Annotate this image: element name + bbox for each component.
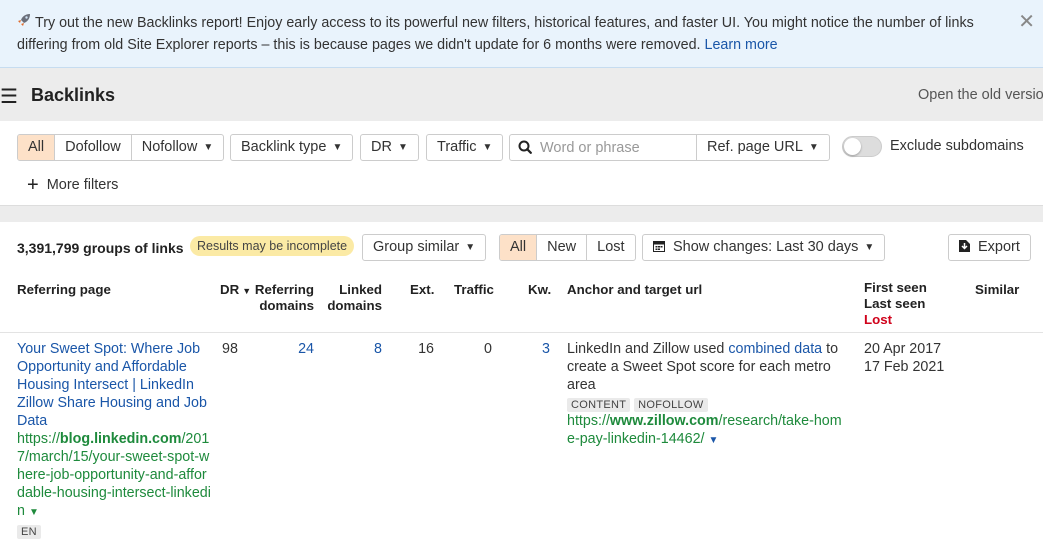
col-similar: Similar bbox=[975, 282, 1020, 297]
chevron-down-icon: ▼ bbox=[465, 242, 476, 253]
col-anchor: Anchor and target url bbox=[567, 282, 703, 297]
calendar-icon bbox=[653, 236, 665, 261]
cell-last-seen: 17 Feb 2021 bbox=[864, 359, 945, 375]
col-ext[interactable]: Ext. bbox=[410, 282, 434, 298]
referring-page-title[interactable]: Your Sweet Spot: Where Job Opportunity a… bbox=[17, 340, 213, 430]
toggle-knob bbox=[844, 138, 861, 155]
target-url[interactable]: https://www.zillow.com/research/take-hom… bbox=[567, 412, 849, 450]
anchor-link[interactable]: combined data bbox=[728, 341, 822, 357]
chevron-down-icon: ▼ bbox=[397, 142, 408, 153]
link-tags: CONTENT NOFOLLOW bbox=[567, 395, 708, 412]
incomplete-badge: Results may be incomplete bbox=[190, 236, 355, 256]
cell-linked-domains[interactable]: 8 bbox=[318, 340, 382, 358]
chevron-down-icon: ▼ bbox=[203, 142, 214, 153]
learn-more-link[interactable]: Learn more bbox=[705, 37, 778, 53]
col-kw[interactable]: Kw. bbox=[528, 282, 551, 298]
chevron-down-icon: ▼ bbox=[28, 507, 39, 518]
traffic-dropdown[interactable]: Traffic ▼ bbox=[426, 134, 504, 161]
status-segmented: All New Lost bbox=[499, 234, 636, 261]
chevron-down-icon: ▼ bbox=[332, 142, 343, 153]
dr-dropdown[interactable]: DR ▼ bbox=[360, 134, 419, 161]
link-type-all[interactable]: All bbox=[18, 135, 56, 160]
link-type-segmented: All Dofollow Nofollow ▼ bbox=[17, 134, 225, 161]
old-version-link[interactable]: Open the old version bbox=[918, 87, 1043, 103]
group-similar-dropdown[interactable]: Group similar ▼ bbox=[362, 234, 487, 261]
page-header: ☰ Backlinks Open the old version bbox=[0, 68, 1043, 121]
close-icon[interactable]: ✕ bbox=[1018, 12, 1035, 32]
status-new[interactable]: New bbox=[537, 235, 588, 260]
cell-kw[interactable]: 3 bbox=[528, 340, 550, 358]
backlink-type-dropdown[interactable]: Backlink type ▼ bbox=[230, 134, 354, 161]
results-count: 3,391,799 groups of links bbox=[17, 240, 184, 256]
col-dr[interactable]: DR ▼ bbox=[220, 282, 251, 299]
banner-message: Try out the new Backlinks report! Enjoy … bbox=[17, 12, 997, 56]
col-traffic[interactable]: Traffic bbox=[454, 282, 494, 298]
tag-content: CONTENT bbox=[567, 398, 631, 412]
plus-icon: + bbox=[27, 174, 39, 196]
referring-page-url[interactable]: https://blog.linkedin.com/2017/march/15/… bbox=[17, 430, 213, 522]
col-linked-domains[interactable]: Linked domains bbox=[318, 282, 382, 314]
show-changes-dropdown[interactable]: Show changes: Last 30 days ▼ bbox=[642, 234, 886, 261]
download-icon bbox=[959, 236, 970, 261]
cell-traffic: 0 bbox=[484, 341, 492, 357]
col-referring-page[interactable]: Referring page bbox=[17, 282, 111, 298]
tag-nofollow: NOFOLLOW bbox=[634, 398, 708, 412]
chevron-down-icon: ▼ bbox=[808, 142, 819, 153]
search-input[interactable] bbox=[540, 137, 690, 158]
status-all[interactable]: All bbox=[500, 235, 538, 260]
col-referring-domains[interactable]: Referring domains bbox=[252, 282, 314, 314]
menu-icon[interactable]: ☰ bbox=[0, 84, 18, 109]
exclude-subdomains-toggle[interactable] bbox=[842, 136, 882, 157]
link-type-nofollow[interactable]: Nofollow ▼ bbox=[132, 135, 224, 160]
col-first-last-seen[interactable]: First seen Last seen Lost bbox=[864, 280, 927, 328]
rocket-icon bbox=[17, 12, 35, 34]
cell-anchor: LinkedIn and Zillow used combined data t… bbox=[567, 341, 839, 393]
status-lost[interactable]: Lost bbox=[587, 235, 634, 260]
language-badge: EN bbox=[17, 522, 41, 539]
link-type-dofollow[interactable]: Dofollow bbox=[55, 135, 132, 160]
chevron-down-icon: ▼ bbox=[864, 242, 875, 253]
header-divider bbox=[0, 332, 1043, 333]
cell-first-seen: 20 Apr 2017 bbox=[864, 341, 942, 357]
cell-dr: 98 bbox=[222, 341, 238, 357]
cell-referring-domains[interactable]: 24 bbox=[252, 340, 314, 358]
chevron-down-icon: ▼ bbox=[482, 142, 493, 153]
cell-ext: 16 bbox=[418, 341, 434, 357]
more-filters-button[interactable]: + More filters bbox=[27, 172, 118, 196]
announcement-banner: Try out the new Backlinks report! Enjoy … bbox=[0, 0, 1043, 68]
sort-desc-icon: ▼ bbox=[242, 286, 252, 296]
search-icon bbox=[518, 138, 532, 159]
export-button[interactable]: Export bbox=[948, 234, 1031, 261]
scope-dropdown[interactable]: Ref. page URL ▼ bbox=[696, 134, 830, 161]
chevron-down-icon: ▼ bbox=[708, 435, 719, 446]
exclude-subdomains-label: Exclude subdomains bbox=[890, 138, 1024, 154]
search-field bbox=[509, 134, 697, 161]
page-title: Backlinks bbox=[31, 85, 116, 105]
banner-text: Try out the new Backlinks report! Enjoy … bbox=[17, 15, 974, 53]
